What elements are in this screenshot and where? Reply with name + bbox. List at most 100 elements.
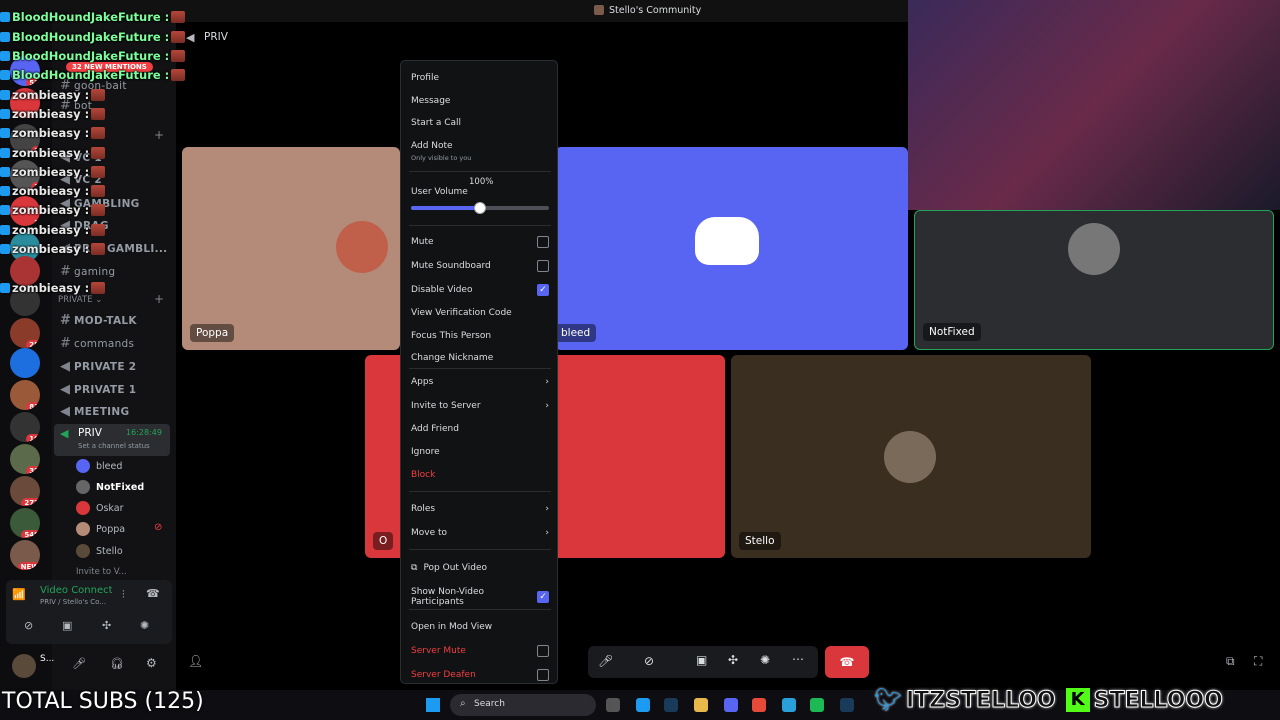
invite-link[interactable]: Invite to V... — [76, 567, 127, 577]
member-name[interactable]: Poppa — [96, 524, 125, 535]
chat-username: zombieasy : — [12, 223, 90, 237]
menu-item-disable-video[interactable]: Disable Video ✓ — [411, 284, 549, 296]
server-icon[interactable]: 81 — [10, 380, 40, 410]
chat-message: zombieasy : — [0, 165, 106, 179]
menu-item-start-call[interactable]: Start a Call — [411, 118, 549, 128]
fullscreen-icon[interactable]: ⛶ — [1254, 654, 1262, 669]
camera-off-icon[interactable]: ⊘ — [644, 654, 654, 668]
menu-item-show-non-video[interactable]: Show Non-Video Participants ✓ — [411, 587, 549, 607]
noise-icon[interactable]: ⫶ — [122, 588, 125, 602]
voice-status[interactable]: Video Connected — [40, 585, 112, 596]
channel-name[interactable]: MEETING — [74, 406, 129, 418]
voice-location[interactable]: PRIV / Stello's Co... — [40, 598, 106, 606]
menu-item-focus[interactable]: Focus This Person — [411, 331, 549, 341]
steam-icon[interactable] — [840, 698, 854, 712]
voice-timer: 16:28:49 — [126, 428, 162, 437]
steam-icon[interactable] — [664, 698, 678, 712]
edge-icon[interactable] — [636, 698, 650, 712]
server-icon[interactable]: 32 — [10, 444, 40, 474]
active-voice-channel[interactable]: ◀ PRIV 16:28:49 Set a channel status — [54, 424, 170, 456]
checkbox-checked[interactable]: ✓ — [537, 591, 549, 603]
taskbar-search[interactable]: ⌕ Search — [450, 694, 596, 716]
server-icon[interactable]: 272 — [10, 476, 40, 506]
voice-status-panel: 📶 Video Connected PRIV / Stello's Co... … — [6, 580, 172, 644]
video-tile[interactable]: Poppa — [182, 147, 400, 350]
member-name[interactable]: Stello — [96, 546, 123, 557]
checkbox[interactable] — [537, 236, 549, 248]
server-icon[interactable]: 25 — [10, 318, 40, 348]
mic-icon[interactable]: 🎤︎ — [598, 654, 613, 668]
server-icon[interactable]: 548 — [10, 508, 40, 538]
member-name[interactable]: bleed — [96, 461, 122, 472]
channel-name[interactable]: commands — [74, 338, 134, 350]
chat-message: zombieasy : — [0, 223, 106, 237]
activities-icon[interactable]: ✣ — [728, 653, 738, 667]
checkbox[interactable] — [537, 260, 549, 272]
more-icon[interactable]: ⋯ — [792, 652, 804, 666]
camera-off-icon[interactable]: ⊘ — [24, 619, 33, 632]
channel-name[interactable]: PRIVATE 1 — [74, 384, 136, 396]
channel-status[interactable]: Set a channel status — [78, 442, 150, 450]
menu-item-apps[interactable]: Apps › — [411, 377, 549, 387]
chrome-icon[interactable] — [752, 698, 766, 712]
menu-item-mute-soundboard[interactable]: Mute Soundboard — [411, 260, 549, 272]
windows-start-icon[interactable] — [426, 698, 440, 712]
kick-icon: K — [1065, 688, 1090, 712]
video-tile[interactable]: NotFixed — [914, 210, 1274, 350]
menu-item-block[interactable]: Block — [411, 470, 549, 480]
activities-icon[interactable]: ✣ — [102, 619, 111, 632]
menu-item-profile[interactable]: Profile — [411, 73, 549, 83]
soundboard-icon[interactable]: ✺ — [760, 653, 770, 667]
soundboard-icon[interactable]: ✺ — [140, 619, 149, 632]
video-tile[interactable]: Stello — [731, 355, 1091, 558]
telegram-icon[interactable] — [782, 698, 796, 712]
category-private[interactable]: PRIVATE ⌄ — [58, 295, 102, 305]
pop-out-icon[interactable]: ⧉ — [1226, 654, 1235, 669]
participant-name: Stello — [739, 532, 781, 550]
menu-item-invite[interactable]: Invite to Server › — [411, 401, 549, 411]
menu-item-verification[interactable]: View Verification Code — [411, 308, 549, 318]
menu-item-add-friend[interactable]: Add Friend — [411, 424, 549, 434]
menu-item-mute[interactable]: Mute — [411, 236, 549, 248]
menu-item-server-mute[interactable]: Server Mute — [411, 645, 549, 657]
menu-item-ignore[interactable]: Ignore — [411, 447, 549, 457]
checkbox[interactable] — [537, 669, 549, 681]
menu-item-pop-out[interactable]: ⧉ Pop Out Video — [411, 563, 549, 573]
menu-item-move-to[interactable]: Move to › — [411, 528, 549, 538]
gear-icon[interactable]: ⚙ — [146, 656, 157, 670]
leave-call-button[interactable]: ☎ — [825, 646, 869, 678]
add-person-icon[interactable]: 👤︎ — [188, 654, 203, 668]
volume-handle[interactable] — [474, 202, 486, 214]
member-name[interactable]: NotFixed — [96, 482, 144, 493]
channel-name[interactable]: gaming — [74, 266, 115, 278]
screen-share-icon[interactable]: ▣ — [62, 619, 72, 632]
server-icon[interactable] — [10, 348, 40, 378]
menu-item-roles[interactable]: Roles › — [411, 504, 549, 514]
server-icon[interactable]: 10 — [10, 412, 40, 442]
channel-name[interactable]: MOD-TALK — [74, 315, 137, 327]
menu-item-add-note[interactable]: Add Note — [411, 141, 549, 151]
menu-item-message[interactable]: Message — [411, 96, 549, 106]
add-channel-icon[interactable]: + — [154, 128, 164, 142]
discord-icon[interactable] — [724, 698, 738, 712]
menu-item-nickname[interactable]: Change Nickname — [411, 353, 549, 363]
checkbox-checked[interactable]: ✓ — [537, 284, 549, 296]
server-icon[interactable]: NEW — [10, 540, 40, 570]
app-icon[interactable] — [606, 698, 620, 712]
video-tile[interactable]: bleed — [555, 147, 908, 350]
channel-name[interactable]: PRIVATE 2 — [74, 361, 136, 373]
spotify-icon[interactable] — [810, 698, 824, 712]
screen-share-icon[interactable]: ▣ — [696, 653, 707, 667]
menu-item-server-deafen[interactable]: Server Deafen — [411, 669, 549, 681]
disconnect-icon[interactable]: ☎ — [146, 587, 160, 600]
folder-icon[interactable] — [694, 698, 708, 712]
add-channel-icon[interactable]: + — [154, 292, 164, 306]
volume-fill — [411, 206, 480, 210]
volume-slider[interactable] — [411, 202, 549, 214]
avatar[interactable] — [12, 654, 36, 678]
menu-item-mod-view[interactable]: Open in Mod View — [411, 622, 549, 632]
mic-icon[interactable]: 🎤︎ — [72, 657, 86, 670]
checkbox[interactable] — [537, 645, 549, 657]
headphones-icon[interactable]: 🎧︎ — [110, 657, 124, 670]
member-name[interactable]: Oskar — [96, 503, 124, 514]
